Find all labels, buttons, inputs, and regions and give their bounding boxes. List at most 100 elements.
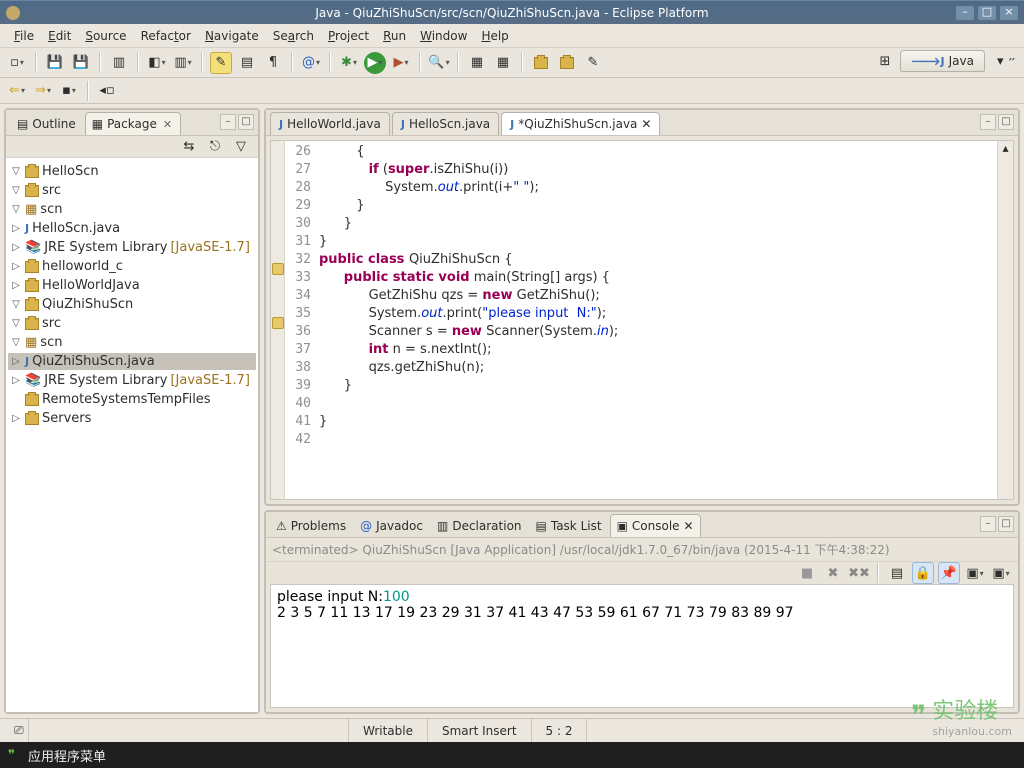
remove-launch-button[interactable]: ✖ bbox=[822, 562, 844, 584]
view-max-button[interactable]: □ bbox=[238, 114, 254, 130]
tab-outline[interactable]: ▤Outline bbox=[10, 112, 85, 135]
scroll-lock-button[interactable]: 🔒 bbox=[912, 562, 934, 584]
new-package-button[interactable]: ▥ bbox=[172, 52, 194, 74]
menu-search[interactable]: Search bbox=[267, 27, 320, 45]
close-button[interactable]: × bbox=[1000, 6, 1018, 20]
tool2-button[interactable]: ▦ bbox=[492, 52, 514, 74]
console-max-button[interactable]: □ bbox=[998, 516, 1014, 532]
chevron-down-icon[interactable]: ▾ ״ bbox=[997, 54, 1016, 69]
tab-declaration[interactable]: ▥Declaration bbox=[431, 515, 528, 537]
misc-button[interactable]: ✎ bbox=[582, 52, 604, 74]
maximize-button[interactable]: □ bbox=[978, 6, 996, 20]
console-icon: ▣ bbox=[617, 519, 628, 533]
at-button[interactable]: @ bbox=[300, 52, 322, 74]
app-menu-icon[interactable]: ❞ bbox=[8, 748, 22, 762]
vscrollbar[interactable]: ▴ bbox=[997, 141, 1013, 499]
tree-pkg[interactable]: scn bbox=[40, 202, 62, 217]
menu-run[interactable]: Run bbox=[377, 27, 412, 45]
open-console-button[interactable]: ▣ bbox=[990, 562, 1012, 584]
open-perspective-button[interactable]: ⊞ bbox=[874, 50, 896, 72]
menu-project[interactable]: Project bbox=[322, 27, 375, 45]
build-button[interactable]: ▥ bbox=[108, 52, 130, 74]
menu-source[interactable]: Source bbox=[79, 27, 132, 45]
toggle-breadcrumb-button[interactable]: ▤ bbox=[236, 52, 258, 74]
collapse-all-button[interactable]: ⇆ bbox=[178, 136, 200, 158]
tree-lib[interactable]: JRE System Library bbox=[44, 240, 167, 255]
wand-button[interactable]: ✎ bbox=[210, 52, 232, 74]
new-class-button[interactable]: ◧ bbox=[146, 52, 168, 74]
tree-pkg[interactable]: scn bbox=[40, 335, 62, 350]
tab-problems[interactable]: ⚠Problems bbox=[270, 515, 352, 537]
view-min-button[interactable]: – bbox=[220, 114, 236, 130]
minimize-button[interactable]: – bbox=[956, 6, 974, 20]
tab-console[interactable]: ▣Console✕ bbox=[610, 514, 701, 537]
tree-project[interactable]: helloworld_c bbox=[42, 259, 123, 274]
tree-project[interactable]: HelloWorldJava bbox=[42, 278, 140, 293]
tree-project[interactable]: RemoteSystemsTempFiles bbox=[42, 392, 211, 407]
warning-marker[interactable] bbox=[272, 263, 284, 275]
window-title: Java - QiuZhiShuScn/src/scn/QiuZhiShuScn… bbox=[315, 6, 708, 20]
app-menu-label[interactable]: 应用程序菜单 bbox=[28, 746, 106, 765]
forward-button[interactable]: ⇒ bbox=[32, 80, 54, 102]
tree-src[interactable]: src bbox=[42, 316, 61, 331]
tree-project[interactable]: QiuZhiShuScn bbox=[42, 297, 133, 312]
close-tab-icon[interactable]: ✕ bbox=[684, 519, 694, 533]
clear-console-button[interactable]: ▤ bbox=[886, 562, 908, 584]
close-tab-icon[interactable]: ✕ bbox=[163, 118, 172, 131]
editor-tab-0[interactable]: JHelloWorld.java bbox=[270, 112, 390, 135]
menu-window[interactable]: Window bbox=[414, 27, 473, 45]
menu-navigate[interactable]: Navigate bbox=[199, 27, 265, 45]
link-editor-button[interactable]: ⎋ bbox=[204, 136, 226, 158]
view-menu-button[interactable]: ▽ bbox=[230, 136, 252, 158]
menu-help[interactable]: Help bbox=[475, 27, 514, 45]
back-button[interactable]: ⇐ bbox=[6, 80, 28, 102]
tab-javadoc[interactable]: @Javadoc bbox=[354, 515, 429, 537]
menu-file[interactable]: File bbox=[8, 27, 40, 45]
line-gutter: 2627282930313233343536373839404142 bbox=[285, 141, 315, 499]
tab-package[interactable]: ▦Package✕ bbox=[85, 112, 181, 135]
console-min-button[interactable]: – bbox=[980, 516, 996, 532]
tree-file-selected[interactable]: QiuZhiShuScn.java bbox=[32, 354, 155, 369]
up-button[interactable]: ▪ bbox=[58, 80, 80, 102]
editor-min-button[interactable]: – bbox=[980, 114, 996, 130]
tool1-button[interactable]: ▦ bbox=[466, 52, 488, 74]
new-button[interactable]: ▫ bbox=[6, 52, 28, 74]
perspective-java[interactable]: 🡒J Java bbox=[900, 50, 985, 72]
run-ext-button[interactable]: ▶ bbox=[390, 52, 412, 74]
open-task-button[interactable] bbox=[556, 52, 578, 74]
java-file-icon: J bbox=[401, 118, 405, 131]
remove-all-button[interactable]: ✖✖ bbox=[848, 562, 870, 584]
tree-file[interactable]: HelloScn.java bbox=[32, 221, 120, 236]
close-tab-icon[interactable]: ✕ bbox=[641, 117, 651, 131]
ruler[interactable] bbox=[271, 141, 285, 499]
menu-refactor[interactable]: Refactor bbox=[135, 27, 197, 45]
code-editor[interactable]: { if (super.isZhiShu(i)) System.out.prin… bbox=[315, 141, 997, 499]
search-tool-button[interactable]: 🔍 bbox=[428, 52, 450, 74]
menu-edit[interactable]: Edit bbox=[42, 27, 77, 45]
editor-tab-2[interactable]: J*QiuZhiShuScn.java✕ bbox=[501, 112, 660, 135]
package-explorer[interactable]: ▽HelloScn ▽src ▽▦scn ▷JHelloScn.java ▷📚J… bbox=[6, 158, 258, 712]
warning-marker[interactable] bbox=[272, 317, 284, 329]
debug-button[interactable]: ✱ bbox=[338, 52, 360, 74]
tree-src[interactable]: src bbox=[42, 183, 61, 198]
terminate-button[interactable]: ■ bbox=[796, 562, 818, 584]
tree-project[interactable]: HelloScn bbox=[42, 164, 99, 179]
perspective-label: Java bbox=[949, 54, 974, 68]
run-button[interactable]: ▶ bbox=[364, 52, 386, 74]
editor-max-button[interactable]: □ bbox=[998, 114, 1014, 130]
src-icon bbox=[25, 185, 39, 197]
status-pos: 5 : 2 bbox=[531, 719, 587, 742]
editor-tab-1[interactable]: JHelloScn.java bbox=[392, 112, 499, 135]
pin-console-button[interactable]: 📌 bbox=[938, 562, 960, 584]
tree-project[interactable]: Servers bbox=[42, 411, 91, 426]
toggle-mark-button[interactable]: ¶ bbox=[262, 52, 284, 74]
tree-lib[interactable]: JRE System Library bbox=[44, 373, 167, 388]
open-type-button[interactable] bbox=[530, 52, 552, 74]
save-button[interactable]: 💾 bbox=[44, 52, 66, 74]
tab-tasks[interactable]: ▤Task List bbox=[530, 515, 608, 537]
save-all-button[interactable]: 💾 bbox=[70, 52, 92, 74]
console-output[interactable]: please input N:100 2 3 5 7 11 13 17 19 2… bbox=[270, 584, 1014, 708]
display-console-button[interactable]: ▣ bbox=[964, 562, 986, 584]
taskbar[interactable]: ❞ 应用程序菜单 bbox=[0, 742, 1024, 768]
pin-button[interactable]: ◂▫ bbox=[96, 80, 118, 102]
